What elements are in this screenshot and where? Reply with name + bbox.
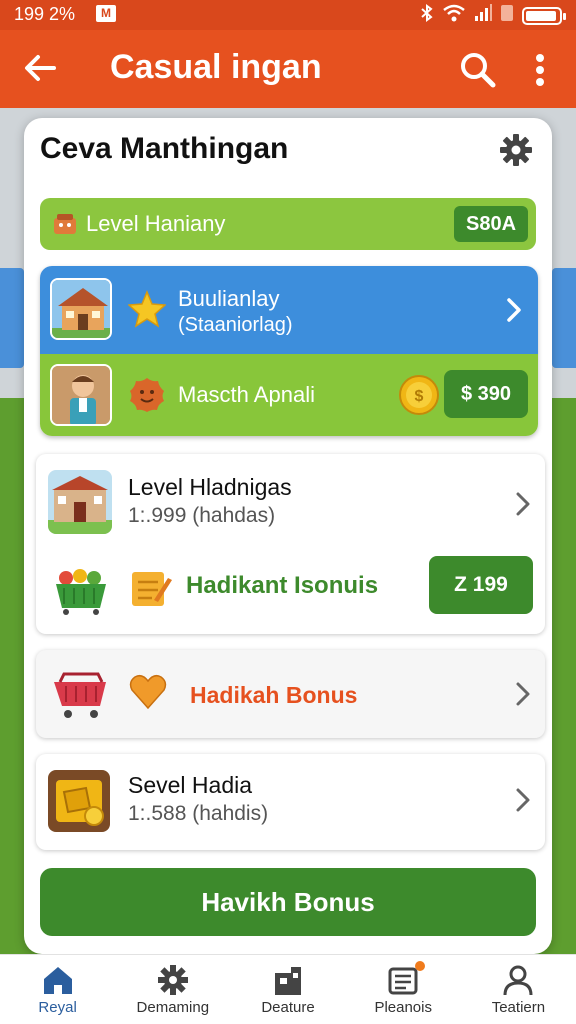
list-item-price-button[interactable]: Z 199 xyxy=(429,556,533,614)
coin-icon: $ xyxy=(399,375,439,415)
main-card: Ceva Manthingan Level Haniany S80A Buuli… xyxy=(24,118,552,954)
chevron-right-icon xyxy=(516,788,530,812)
featured-bottom-title: Mascth Apnali xyxy=(178,382,315,407)
list-item-title: Sevel Hadia xyxy=(128,772,253,798)
settings-button[interactable] xyxy=(498,132,534,168)
sim-icon xyxy=(500,4,514,27)
bluetooth-icon xyxy=(420,4,434,27)
featured-offer-bottom[interactable]: Mascth Apnali $ $ 390 xyxy=(40,354,538,436)
nav-label: Demaming xyxy=(136,999,210,1016)
character-thumbnail xyxy=(50,364,112,426)
chevron-right-icon xyxy=(507,298,521,322)
list-item[interactable]: Level Hladnigas 1:.999 (hahdas) Hadikant… xyxy=(36,454,545,634)
notification-icon: M xyxy=(96,5,116,22)
battery-icon xyxy=(522,6,566,25)
level-bar[interactable]: Level Haniany S80A xyxy=(40,198,536,250)
app-bar: Casual ingan xyxy=(0,30,576,108)
list-item-promo: Hadikah Bonus xyxy=(190,682,358,708)
list-item-subtitle: 1:.999 (hahdas) xyxy=(128,504,276,527)
search-icon xyxy=(461,53,496,88)
nav-label: Deature xyxy=(261,999,315,1016)
nav-label: Pleanois xyxy=(374,999,432,1016)
nav-item-store[interactable]: Deature xyxy=(230,955,345,1024)
notification-badge xyxy=(414,961,425,971)
bonus-button[interactable]: Havikh Bonus xyxy=(40,868,536,936)
nav-item-settings[interactable]: Demaming xyxy=(115,955,230,1024)
nav-label: Teatiern xyxy=(491,999,546,1016)
list-item[interactable]: Sevel Hadia 1:.588 (hahdis) xyxy=(36,754,545,850)
profile-icon xyxy=(503,965,533,996)
bottom-nav: Reyal Demaming Deature Pleanois Teatiern xyxy=(0,954,576,1024)
edit-note-icon xyxy=(132,572,172,606)
home-icon xyxy=(43,967,72,994)
back-button[interactable] xyxy=(18,48,62,92)
house-thumbnail xyxy=(50,278,112,340)
store-icon xyxy=(275,967,301,995)
gear-icon xyxy=(500,134,532,166)
svg-text:$: $ xyxy=(415,388,424,405)
more-vertical-icon xyxy=(536,54,544,86)
system-icons xyxy=(420,4,566,27)
more-options-button[interactable] xyxy=(520,48,560,92)
wifi-icon xyxy=(442,4,466,27)
card-title: Ceva Manthingan xyxy=(40,132,289,165)
featured-offer-top[interactable]: Buulianlay (Staaniorlag) xyxy=(40,266,538,354)
ticket-thumbnail xyxy=(48,770,110,832)
level-bar-value: S80A xyxy=(454,206,528,242)
featured-top-title: Buulianlay xyxy=(178,286,280,311)
nav-label: Reyal xyxy=(38,999,77,1016)
featured-price-button[interactable]: $ 390 xyxy=(444,370,528,418)
nav-item-profile[interactable]: Teatiern xyxy=(461,955,576,1024)
cookie-icon xyxy=(130,378,164,412)
chevron-right-icon xyxy=(516,682,530,706)
list-item-promo: Hadikant Isonuis xyxy=(186,572,379,599)
status-bar: 199 2% M xyxy=(0,0,576,30)
featured-offer-card[interactable]: Buulianlay (Staaniorlag) Mascth Apnali $… xyxy=(40,266,538,436)
app-title: Casual ingan xyxy=(110,48,322,86)
featured-top-subtitle: (Staaniorlag) xyxy=(178,314,293,336)
search-button[interactable] xyxy=(456,48,500,92)
signal-icon xyxy=(474,4,492,27)
heart-icon xyxy=(129,674,167,710)
level-bar-label: Level Haniany xyxy=(86,211,226,236)
nav-item-home[interactable]: Reyal xyxy=(0,955,115,1024)
nav-item-list[interactable]: Pleanois xyxy=(346,955,461,1024)
treasure-icon xyxy=(54,214,76,234)
background-side-right xyxy=(552,268,576,368)
list-item-title: Level Hladnigas xyxy=(128,474,292,500)
basket-icon xyxy=(56,569,106,615)
list-item-subtitle: 1:.588 (hahdis) xyxy=(128,802,269,825)
gear-icon xyxy=(157,965,188,995)
status-time: 199 2% xyxy=(14,4,76,24)
cart-icon xyxy=(54,672,106,718)
chevron-right-icon xyxy=(516,492,530,516)
background-side-left xyxy=(0,268,24,368)
castle-thumbnail xyxy=(48,470,112,534)
list-item[interactable]: Hadikah Bonus xyxy=(36,650,545,738)
star-icon xyxy=(128,290,166,328)
arrow-left-icon xyxy=(25,55,56,81)
